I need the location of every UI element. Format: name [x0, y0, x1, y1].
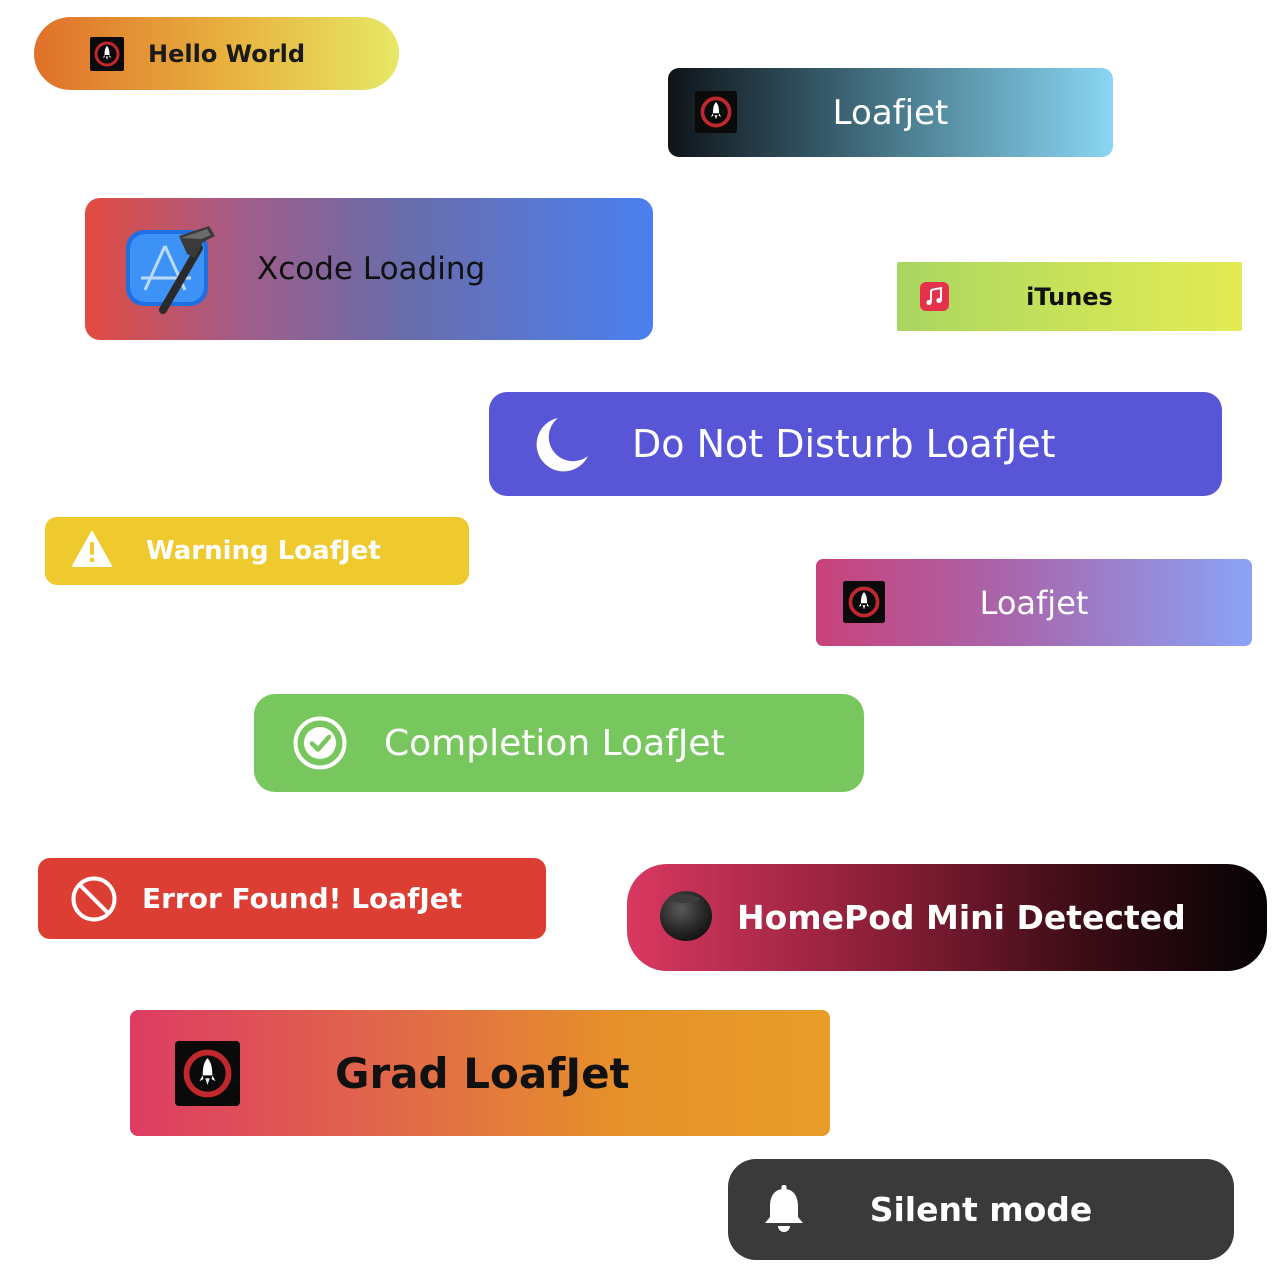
toast-label: Loafjet — [979, 583, 1089, 622]
warning-icon — [71, 530, 113, 572]
toast-xcode-loading[interactable]: Xcode Loading — [85, 198, 653, 340]
toast-label: Silent mode — [869, 1190, 1093, 1229]
toast-warning[interactable]: Warning LoafJet — [45, 517, 469, 585]
toast-completion[interactable]: Completion LoafJet — [254, 694, 864, 792]
prohibited-icon — [70, 875, 118, 927]
toast-loafjet-blue[interactable]: Loafjet — [668, 68, 1113, 157]
toast-label: Grad LoafJet — [335, 1048, 630, 1098]
toast-homepod-mini[interactable]: HomePod Mini Detected — [627, 864, 1267, 971]
toast-loafjet-pink[interactable]: Loafjet — [816, 559, 1252, 646]
toast-itunes[interactable]: iTunes — [897, 262, 1242, 331]
checkmark-circle-icon — [292, 715, 348, 775]
toast-do-not-disturb[interactable]: Do Not Disturb LoafJet — [489, 392, 1222, 496]
rocket-app-icon — [175, 1041, 240, 1106]
homepod-mini-icon — [659, 889, 713, 947]
toast-grad-loafjet[interactable]: Grad LoafJet — [130, 1010, 830, 1136]
rocket-app-icon — [90, 37, 124, 71]
toast-label: Warning LoafJet — [146, 536, 381, 566]
toast-label: Xcode Loading — [257, 251, 486, 287]
toast-label: Completion LoafJet — [384, 722, 725, 764]
toast-error[interactable]: Error Found! LoafJet — [38, 858, 546, 939]
toast-label: Error Found! LoafJet — [142, 882, 463, 915]
toast-label: HomePod Mini Detected — [737, 898, 1186, 937]
toast-silent-mode[interactable]: Silent mode — [728, 1159, 1234, 1260]
toast-label: Do Not Disturb LoafJet — [632, 422, 1056, 466]
toast-label: Hello World — [148, 39, 306, 68]
moon-icon — [530, 414, 592, 478]
toast-label: iTunes — [1026, 282, 1113, 311]
xcode-icon — [121, 218, 221, 322]
toast-label: Loafjet — [832, 92, 949, 133]
toast-hello-world[interactable]: Hello World — [34, 17, 399, 90]
